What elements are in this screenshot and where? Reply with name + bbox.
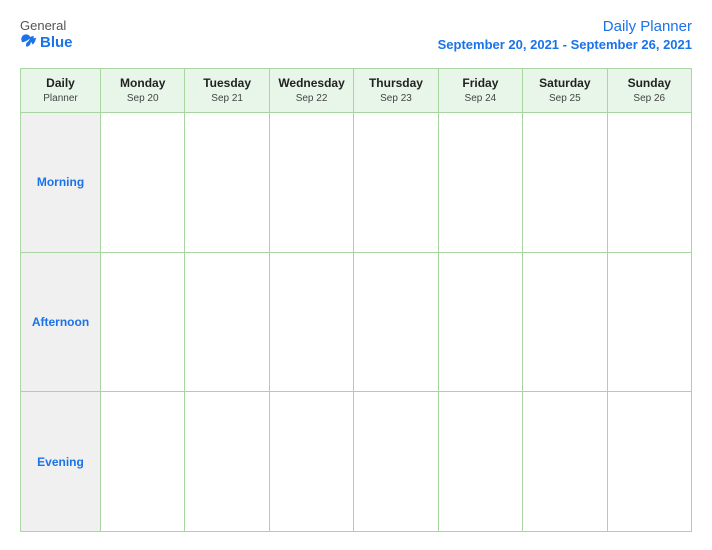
- table-row-evening: Evening: [21, 392, 692, 532]
- logo-general-text: General: [20, 18, 66, 34]
- header-day-4: Friday: [441, 75, 520, 92]
- header-day-2: Wednesday: [272, 75, 351, 92]
- time-label-morning: Morning: [21, 112, 101, 252]
- cell-monday-morning[interactable]: [101, 112, 185, 252]
- cell-friday-morning[interactable]: [438, 112, 522, 252]
- header-col-4: Friday Sep 24: [438, 69, 522, 113]
- cell-sunday-evening[interactable]: [607, 392, 691, 532]
- cell-tuesday-afternoon[interactable]: [185, 252, 269, 392]
- planner-title: Daily Planner: [603, 18, 692, 35]
- title-block: Daily Planner September 20, 2021 - Septe…: [438, 18, 692, 54]
- cell-thursday-evening[interactable]: [354, 392, 438, 532]
- page: General Blue Daily Planner September 20,…: [0, 0, 712, 550]
- cell-monday-afternoon[interactable]: [101, 252, 185, 392]
- cell-wednesday-evening[interactable]: [269, 392, 353, 532]
- cell-saturday-morning[interactable]: [523, 112, 607, 252]
- cell-tuesday-evening[interactable]: [185, 392, 269, 532]
- header-day-6: Sunday: [610, 75, 689, 92]
- header-col-5: Saturday Sep 25: [523, 69, 607, 113]
- cell-sunday-morning[interactable]: [607, 112, 691, 252]
- planner-table: Daily Planner Monday Sep 20 Tuesday Sep …: [20, 68, 692, 532]
- cell-monday-evening[interactable]: [101, 392, 185, 532]
- table-row-morning: Morning: [21, 112, 692, 252]
- cell-thursday-morning[interactable]: [354, 112, 438, 252]
- cell-wednesday-morning[interactable]: [269, 112, 353, 252]
- logo-blue-text: Blue: [20, 34, 73, 52]
- header-date-2: Sep 22: [272, 92, 351, 106]
- planner-subtitle: September 20, 2021 - September 26, 2021: [438, 37, 692, 52]
- header-col-2: Wednesday Sep 22: [269, 69, 353, 113]
- header-day-3: Thursday: [356, 75, 435, 92]
- header-label-cell: Daily Planner: [21, 69, 101, 113]
- header-col-1: Tuesday Sep 21: [185, 69, 269, 113]
- header-label-line1: Daily: [23, 75, 98, 92]
- header-date-4: Sep 24: [441, 92, 520, 106]
- cell-saturday-afternoon[interactable]: [523, 252, 607, 392]
- header-label-line2: Planner: [23, 92, 98, 106]
- header-date-3: Sep 23: [356, 92, 435, 106]
- time-label-evening: Evening: [21, 392, 101, 532]
- logo: General Blue: [20, 18, 73, 52]
- header-date-6: Sep 26: [610, 92, 689, 106]
- header-col-0: Monday Sep 20: [101, 69, 185, 113]
- cell-thursday-afternoon[interactable]: [354, 252, 438, 392]
- table-row-afternoon: Afternoon: [21, 252, 692, 392]
- header-col-3: Thursday Sep 23: [354, 69, 438, 113]
- cell-wednesday-afternoon[interactable]: [269, 252, 353, 392]
- header-date-1: Sep 21: [187, 92, 266, 106]
- cell-sunday-afternoon[interactable]: [607, 252, 691, 392]
- cell-friday-evening[interactable]: [438, 392, 522, 532]
- table-header-row: Daily Planner Monday Sep 20 Tuesday Sep …: [21, 69, 692, 113]
- cell-saturday-evening[interactable]: [523, 392, 607, 532]
- header-date-5: Sep 25: [525, 92, 604, 106]
- header: General Blue Daily Planner September 20,…: [20, 18, 692, 54]
- header-day-5: Saturday: [525, 75, 604, 92]
- logo-blue-label: Blue: [40, 34, 73, 51]
- cell-tuesday-morning[interactable]: [185, 112, 269, 252]
- header-date-0: Sep 20: [103, 92, 182, 106]
- header-day-0: Monday: [103, 75, 182, 92]
- time-label-afternoon: Afternoon: [21, 252, 101, 392]
- header-day-1: Tuesday: [187, 75, 266, 92]
- logo-bird-icon: [20, 34, 38, 52]
- cell-friday-afternoon[interactable]: [438, 252, 522, 392]
- header-col-6: Sunday Sep 26: [607, 69, 691, 113]
